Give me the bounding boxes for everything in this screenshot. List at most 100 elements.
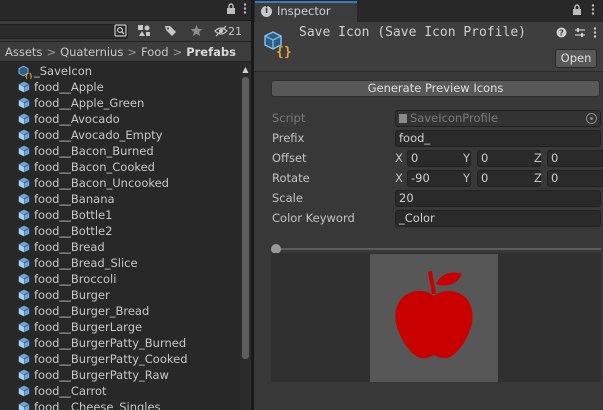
- scale-label: Scale: [272, 191, 303, 205]
- asset-list-item[interactable]: food__BurgerPatty_Cooked: [0, 351, 240, 367]
- generate-preview-icons-button[interactable]: Generate Preview Icons: [271, 80, 600, 97]
- inspector-header: {} Save Icon (Save Icon Profile) ? Open: [254, 22, 603, 72]
- offset-y-field[interactable]: 0: [477, 150, 541, 167]
- object-picker-icon: [586, 113, 597, 124]
- asset-list-item[interactable]: food__Cheese_Singles: [0, 399, 240, 410]
- offset-z-field[interactable]: 0: [547, 150, 603, 167]
- asset-list-item-label: food__Broccoli: [34, 272, 117, 286]
- rotate-x-label[interactable]: X: [395, 169, 403, 187]
- rotate-z-field[interactable]: 0: [547, 170, 603, 187]
- scriptable-object-icon: {}: [262, 28, 292, 60]
- breadcrumb-item-food[interactable]: Food: [141, 45, 169, 59]
- prefab-icon: [18, 177, 30, 189]
- info-icon: i: [261, 6, 272, 17]
- offset-x-field[interactable]: 0: [407, 150, 471, 167]
- asset-list-item[interactable]: food__Burger_Bread: [0, 303, 240, 319]
- prefab-icon: [18, 241, 30, 253]
- asset-list-item-label: food__BurgerPatty_Cooked: [34, 352, 188, 366]
- asset-list-item-label: food__Carrot: [34, 384, 107, 398]
- asset-list-item[interactable]: {}_SaveIcon: [0, 63, 240, 81]
- asset-list-item-label: food__Bacon_Uncooked: [34, 176, 169, 190]
- kebab-menu-icon[interactable]: [243, 3, 247, 17]
- prefab-icon: [18, 257, 30, 269]
- prefab-icon: [18, 321, 30, 333]
- asset-list-item[interactable]: food__Bottle1: [0, 207, 240, 223]
- script-file-icon: [399, 114, 407, 123]
- rotate-x-field[interactable]: -90: [407, 170, 471, 187]
- asset-list-item[interactable]: food__Bacon_Burned: [0, 143, 240, 159]
- breadcrumb: Assets > Quaternius > Food > Prefabs: [0, 42, 251, 62]
- asset-list-item[interactable]: food__Avocado_Empty: [0, 127, 240, 143]
- asset-list-item[interactable]: food__Banana: [0, 191, 240, 207]
- asset-list-item-label: food__Bread: [34, 240, 105, 254]
- script-row: Script SaveIconProfile: [272, 109, 601, 127]
- asset-list-item-label: food__Burger_Bread: [34, 304, 150, 318]
- svg-text:?: ?: [559, 29, 564, 38]
- color-keyword-field[interactable]: _Color: [395, 210, 601, 227]
- inspector-tab-bar: i Inspector: [254, 0, 603, 22]
- kebab-menu-icon[interactable]: [591, 4, 595, 18]
- favorite-star-icon[interactable]: [189, 24, 203, 39]
- color-keyword-row: Color Keyword _Color: [272, 209, 601, 227]
- scrollbar-thumb[interactable]: [242, 77, 249, 359]
- asset-list-item-label: food__Bacon_Cooked: [34, 160, 155, 174]
- lock-icon[interactable]: [226, 3, 236, 17]
- asset-list-item-label: food__BurgerPatty_Raw: [34, 368, 169, 382]
- script-field: SaveIconProfile: [395, 110, 601, 127]
- offset-x-label[interactable]: X: [395, 149, 403, 167]
- asset-list-item[interactable]: food__Apple_Green: [0, 95, 240, 111]
- asset-list-item[interactable]: food__BurgerLarge: [0, 319, 240, 335]
- asset-list-item[interactable]: food__Carrot: [0, 383, 240, 399]
- open-button[interactable]: Open: [555, 49, 597, 68]
- rotate-y-field[interactable]: 0: [477, 170, 541, 187]
- breadcrumb-item-prefabs[interactable]: Prefabs: [186, 45, 236, 59]
- asset-list-item[interactable]: food__Bacon_Uncooked: [0, 175, 240, 191]
- prefab-icon: [18, 225, 30, 237]
- asset-list-item[interactable]: food__Bottle2: [0, 223, 240, 239]
- offset-y-label[interactable]: Y: [463, 149, 470, 167]
- offset-z-label[interactable]: Z: [534, 149, 542, 167]
- filter-by-label-icon[interactable]: [163, 24, 177, 39]
- prefix-field[interactable]: food_: [395, 130, 601, 147]
- prefab-icon: [18, 97, 30, 109]
- chevron-right-icon: >: [127, 45, 137, 59]
- breadcrumb-item-quaternius[interactable]: Quaternius: [60, 45, 123, 59]
- help-icon[interactable]: ?: [556, 27, 567, 41]
- rotate-z-label[interactable]: Z: [534, 169, 542, 187]
- asset-list-item-label: food__Burger: [34, 288, 110, 302]
- prefab-icon: [18, 113, 30, 125]
- tab-inspector[interactable]: i Inspector: [255, 1, 357, 22]
- asset-list-scrollbar[interactable]: ▲: [240, 63, 251, 410]
- apple-body: [395, 290, 473, 359]
- preset-sliders-icon[interactable]: [574, 27, 586, 41]
- asset-list-item[interactable]: food__BurgerPatty_Burned: [0, 335, 240, 351]
- filter-by-type-icon[interactable]: [136, 24, 152, 39]
- rotate-y-label[interactable]: Y: [463, 169, 470, 187]
- prefab-icon: [18, 305, 30, 317]
- preview-slider-track[interactable]: [276, 248, 601, 250]
- offset-row: Offset X 0 Y 0 Z 0: [272, 149, 603, 167]
- asset-list-item[interactable]: food__Avocado: [0, 111, 240, 127]
- inspector-body: Generate Preview Icons Script SaveIconPr…: [254, 73, 603, 410]
- scroll-up-arrow-icon[interactable]: ▲: [241, 65, 250, 74]
- prefab-icon: [18, 385, 30, 397]
- breadcrumb-item-assets[interactable]: Assets: [5, 45, 42, 59]
- asset-list-item[interactable]: food__Bacon_Cooked: [0, 159, 240, 175]
- asset-list-item[interactable]: food__Burger: [0, 287, 240, 303]
- scriptable-object-icon: {}: [18, 65, 33, 81]
- lock-icon[interactable]: [572, 4, 582, 18]
- search-input[interactable]: [0, 24, 128, 39]
- chevron-right-icon: >: [46, 45, 57, 59]
- prefab-icon: [18, 369, 30, 381]
- asset-list-item[interactable]: food__BurgerPatty_Raw: [0, 367, 240, 383]
- asset-list-item[interactable]: food__Broccoli: [0, 271, 240, 287]
- hidden-packages-toggle[interactable]: 21: [214, 24, 248, 39]
- kebab-menu-icon[interactable]: [593, 27, 597, 41]
- scale-field[interactable]: 20: [395, 190, 601, 207]
- chevron-right-icon: >: [172, 45, 183, 59]
- asset-list-item[interactable]: food__Bread: [0, 239, 240, 255]
- search-by-type-icon[interactable]: [113, 24, 127, 39]
- asset-list-item[interactable]: food__Bread_Slice: [0, 255, 240, 271]
- prefab-icon: [18, 337, 30, 349]
- asset-list-item[interactable]: food__Apple: [0, 79, 240, 95]
